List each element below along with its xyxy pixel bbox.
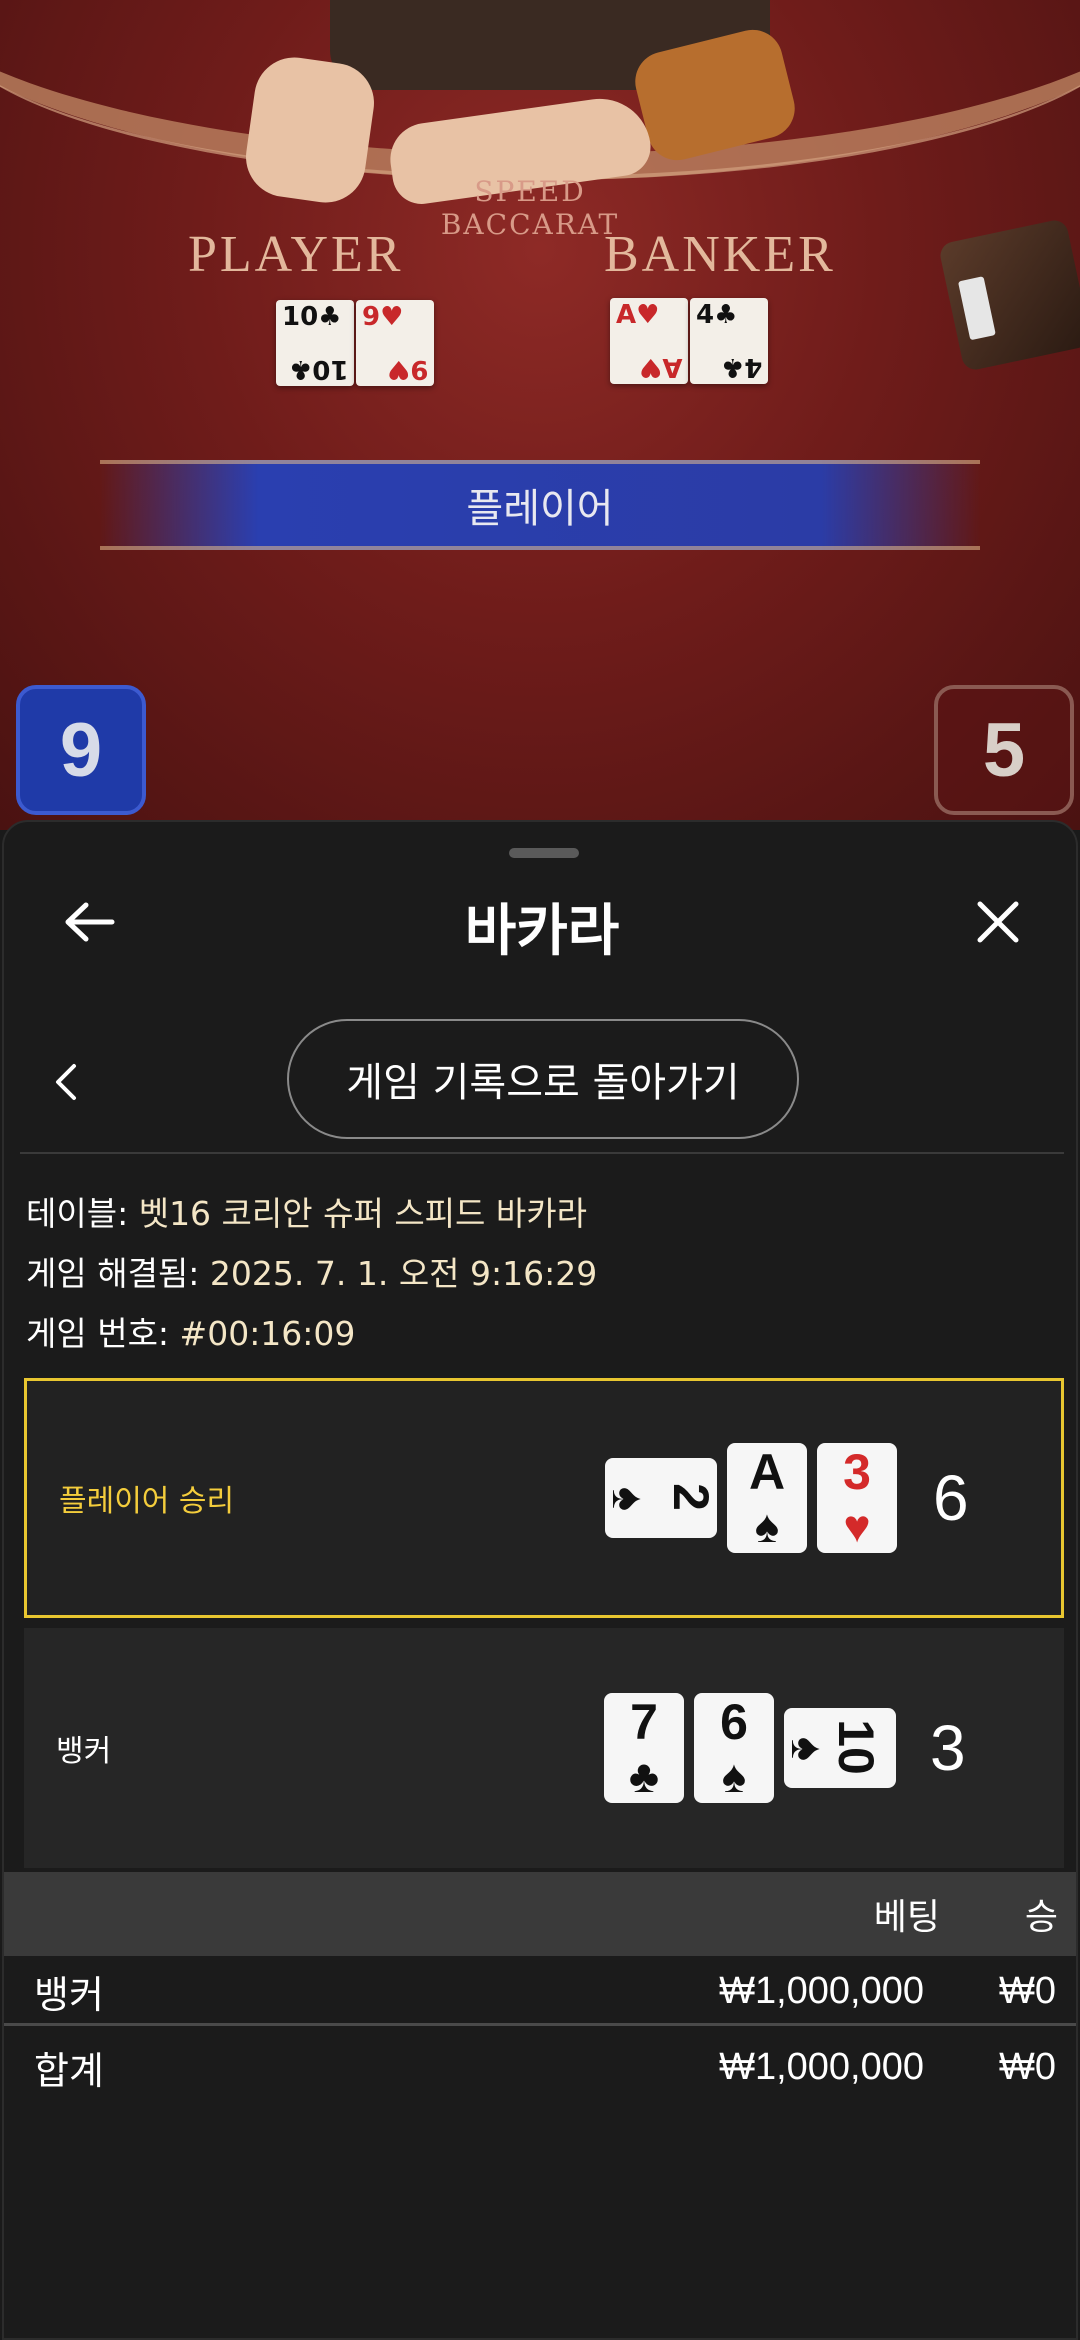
- table-value: 벳16 코리안 슈퍼 스피드 바카라: [138, 1194, 587, 1233]
- table-info: 테이블: 벳16 코리안 슈퍼 스피드 바카라: [26, 1187, 587, 1235]
- player-hand-card-2: A ♠: [727, 1443, 807, 1553]
- bet-row-win: ₩0: [999, 1969, 1056, 2012]
- bet-total-row: 합계 ₩1,000,000 ₩0: [4, 2032, 1076, 2102]
- table-key: 테이블:: [26, 1194, 139, 1233]
- game-number-value: #00:16:09: [179, 1314, 356, 1353]
- player-side-label: PLAYER: [188, 226, 404, 283]
- player-score-badge: 9: [16, 685, 146, 815]
- player-hand-row: 플레이어 승리 2 ♠ A ♠ 3 ♥ 6: [24, 1378, 1064, 1618]
- banker-score-badge: 5: [934, 685, 1074, 815]
- game-number-info: 게임 번호: #00:16:09: [26, 1307, 355, 1355]
- player-hand-total: 6: [933, 1462, 969, 1534]
- bet-row-amount: ₩1,000,000: [719, 1969, 924, 2012]
- banker-hand-label: 뱅커: [56, 1734, 112, 1769]
- bet-total-win: ₩0: [999, 2045, 1056, 2088]
- card-shoe: [937, 217, 1080, 373]
- divider: [20, 1152, 1064, 1154]
- banker-side-label: BANKER: [604, 226, 836, 283]
- banker-hand-card-2: 6 ♠: [694, 1693, 774, 1803]
- sheet-title: 바카라: [464, 899, 620, 964]
- winner-banner: 플레이어: [100, 460, 980, 550]
- live-video-area: SPEED BACCARAT PLAYER BANKER 10♣ 10♣ 9♥ 9♥ A…: [0, 0, 1080, 830]
- resolved-info: 게임 해결됨: 2025. 7. 1. 오전 9:16:29: [26, 1247, 597, 1295]
- bet-row-banker: 뱅커 ₩1,000,000 ₩0: [4, 1956, 1076, 2026]
- resolved-key: 게임 해결됨:: [26, 1254, 210, 1293]
- bet-total-label: 합계: [34, 2048, 104, 2093]
- close-icon[interactable]: [968, 892, 1028, 952]
- player-hand-card-3: 3 ♥: [817, 1443, 897, 1553]
- banker-hand-card-3: 10 ♠: [782, 1708, 896, 1788]
- bet-total-amount: ₩1,000,000: [719, 2045, 924, 2088]
- player-table-card: 10♣ 10♣: [276, 300, 354, 386]
- banker-table-card: A♥ A♥: [610, 298, 688, 384]
- dealer-left-hand: [240, 52, 380, 208]
- player-hand-label: 플레이어 승리: [59, 1484, 235, 1519]
- win-column-header: 승: [1024, 1897, 1058, 1938]
- chevron-left-icon[interactable]: [46, 1054, 86, 1110]
- banker-hand-card-1: 7 ♣: [604, 1693, 684, 1803]
- player-hand-card-1: 2 ♠: [603, 1458, 719, 1538]
- sheet-grabber[interactable]: [509, 848, 579, 858]
- banker-hand-row: 뱅커 7 ♣ 6 ♠ 10 ♠ 3: [24, 1628, 1064, 1868]
- bet-column-header: 베팅: [873, 1897, 940, 1938]
- player-table-card: 9♥ 9♥: [356, 300, 434, 386]
- banker-table-card: 4♣ 4♣: [690, 298, 768, 384]
- game-number-key: 게임 번호:: [26, 1314, 180, 1353]
- bets-table-header: 베팅 승: [4, 1872, 1076, 1956]
- back-to-history-button[interactable]: 게임 기록으로 돌아가기: [287, 1019, 799, 1139]
- banker-hand-total: 3: [930, 1712, 966, 1784]
- history-sheet: 바카라 게임 기록으로 돌아가기 테이블: 벳16 코리안 슈퍼 스피드 바카라…: [2, 820, 1078, 2340]
- resolved-value: 2025. 7. 1. 오전 9:16:29: [209, 1254, 598, 1293]
- bet-row-label: 뱅커: [34, 1972, 104, 2017]
